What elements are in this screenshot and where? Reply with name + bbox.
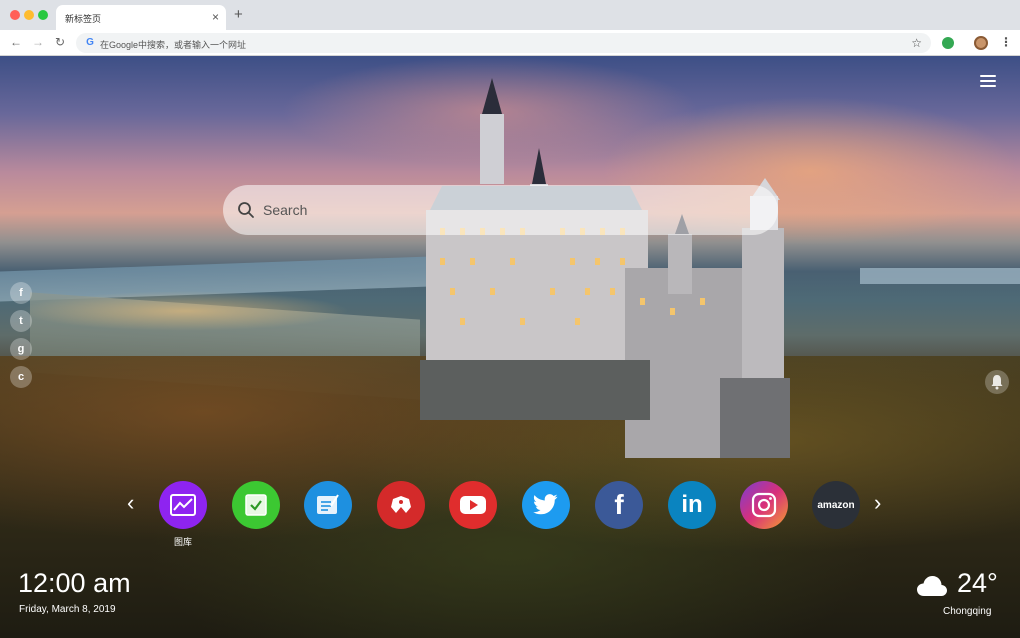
address-bar[interactable]: G 在Google中搜索，或者输入一个网址 ☆	[76, 33, 931, 53]
shortcut-amazon[interactable]: amazon	[812, 481, 860, 529]
notes-icon	[317, 494, 339, 514]
instagram-icon	[751, 492, 777, 518]
amazon-icon: amazon	[817, 499, 855, 511]
shortcut-facebook[interactable]: f	[595, 481, 643, 529]
weather-city: Chongqing	[943, 606, 992, 617]
close-window-button[interactable]	[10, 10, 20, 20]
shortcut-notes[interactable]	[304, 481, 352, 529]
shortcut-youtube[interactable]	[449, 481, 497, 529]
search-bar[interactable]	[223, 185, 778, 235]
browser-menu-icon[interactable]: ⋮	[1000, 34, 1012, 50]
extension-icon[interactable]	[942, 37, 954, 49]
shortcut-games[interactable]	[377, 481, 425, 529]
shortcut-gallery[interactable]	[159, 481, 207, 529]
tab-strip: 新标签页 × +	[0, 0, 1020, 30]
clock-time: 12:00 am	[18, 568, 131, 598]
new-tab-page: f t g c ‹ › 图库	[0, 56, 1020, 638]
linkedin-icon: in	[681, 491, 703, 518]
facebook-icon: f	[614, 489, 624, 520]
background-lake-far	[860, 268, 1020, 284]
shortcut-twitter[interactable]	[522, 481, 570, 529]
minimize-window-button[interactable]	[24, 10, 34, 20]
notification-bell-icon[interactable]	[985, 370, 1009, 394]
youtube-icon	[460, 496, 486, 514]
background-town-lights	[20, 291, 350, 331]
gallery-icon	[170, 494, 196, 516]
address-bar-placeholder: 在Google中搜索，或者输入一个网址	[100, 40, 247, 50]
bookmark-star-icon[interactable]: ☆	[911, 35, 922, 51]
shortcut-gallery-label: 图库	[173, 537, 192, 547]
shortcuts-next-arrow[interactable]: ›	[874, 492, 881, 514]
browser-toolbar: ← → ↻ G 在Google中搜索，或者输入一个网址 ☆ ⋮	[0, 30, 1020, 56]
tab-new-tab[interactable]: 新标签页 ×	[56, 5, 226, 30]
gamepad-icon	[391, 496, 411, 513]
side-facebook-icon[interactable]: f	[10, 282, 32, 304]
clock-date: Friday, March 8, 2019	[19, 604, 116, 615]
shortcuts-prev-arrow[interactable]: ‹	[127, 492, 134, 514]
tab-title: 新标签页	[65, 14, 102, 24]
castle-illustration	[420, 78, 790, 458]
side-twitter-icon[interactable]: t	[10, 310, 32, 332]
cloud-icon	[917, 576, 947, 596]
side-chat-icon[interactable]: c	[10, 366, 32, 388]
profile-avatar[interactable]	[974, 36, 988, 50]
google-icon: G	[86, 37, 94, 48]
weather-temperature: 24°	[957, 568, 998, 598]
tab-close-icon[interactable]: ×	[212, 10, 219, 24]
new-tab-button[interactable]: +	[234, 7, 243, 23]
twitter-icon	[533, 494, 558, 515]
back-button[interactable]: ←	[10, 35, 22, 49]
maximize-window-button[interactable]	[38, 10, 48, 20]
shortcut-instagram[interactable]	[740, 481, 788, 529]
side-google-icon[interactable]: g	[10, 338, 32, 360]
checklist-icon	[245, 494, 267, 516]
search-input[interactable]	[263, 185, 763, 235]
forward-button[interactable]: →	[32, 35, 44, 49]
search-icon	[238, 202, 254, 218]
shortcut-tasks[interactable]	[232, 481, 280, 529]
shortcut-linkedin[interactable]: in	[668, 481, 716, 529]
hamburger-menu-icon[interactable]	[980, 75, 996, 87]
reload-button[interactable]: ↻	[55, 35, 65, 49]
